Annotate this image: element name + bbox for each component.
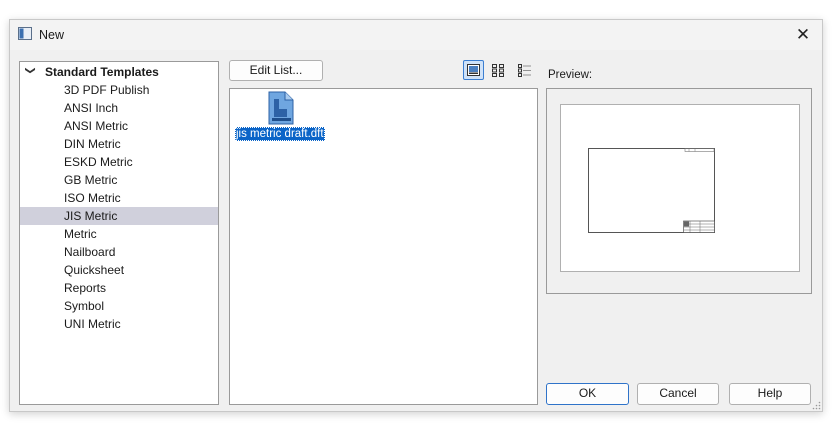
tree-root-label: Standard Templates [45,65,159,79]
template-app-icon [18,27,32,40]
tree-item-3d-pdf-publish[interactable]: 3D PDF Publish [20,81,218,99]
file-item-label: jis metric draft.dft [235,127,325,141]
preview-sheet [560,104,800,272]
preview-pane [546,88,812,294]
preview-label: Preview: [548,69,593,81]
tree-item-label: 3D PDF Publish [64,83,150,97]
drawing-sheet-thumbnail [588,148,715,233]
tree-item-label: ISO Metric [64,191,121,205]
tree-item-label: Symbol [64,299,105,313]
tree-item-label: ANSI Inch [64,101,119,115]
close-icon[interactable]: ✕ [793,25,813,45]
tree-item-label: Reports [64,281,107,295]
tree-item-jis-metric[interactable]: JIS Metric [20,207,218,225]
tree-item-ansi-inch[interactable]: ANSI Inch [20,99,218,117]
cancel-button[interactable]: Cancel [637,383,719,405]
large-icons-view-icon [467,64,480,76]
tree-item-label: DIN Metric [64,137,121,151]
list-view-icon [492,64,504,77]
help-button[interactable]: Help [729,383,811,405]
tree-item-uni-metric[interactable]: UNI Metric [20,315,218,333]
chevron-down-icon[interactable]: ❯ [25,66,36,74]
list-view-button[interactable] [488,60,509,80]
tree-item-label: Nailboard [64,245,116,259]
details-view-icon [518,64,531,77]
draft-document-icon [268,91,294,125]
tree-item-iso-metric[interactable]: ISO Metric [20,189,218,207]
tree-item-label: UNI Metric [64,317,121,331]
tree-root-standard-templates[interactable]: ❯ Standard Templates [20,63,218,81]
window-title: New [39,28,65,42]
large-icons-view-button[interactable] [463,60,484,80]
tree-item-label: ESKD Metric [64,155,133,169]
tree-item-nailboard[interactable]: Nailboard [20,243,218,261]
tree-item-label: Metric [64,227,97,241]
tree-item-label: GB Metric [64,173,118,187]
tree-item-din-metric[interactable]: DIN Metric [20,135,218,153]
template-category-tree[interactable]: ❯ Standard Templates 3D PDF Publish ANSI… [19,61,219,405]
tree-item-ansi-metric[interactable]: ANSI Metric [20,117,218,135]
template-file-list[interactable]: jis metric draft.dft [229,88,538,405]
tree-item-label: Quicksheet [64,263,125,277]
tree-item-label: JIS Metric [64,209,118,223]
edit-list-button[interactable]: Edit List... [229,60,323,81]
tree-item-eskd-metric[interactable]: ESKD Metric [20,153,218,171]
ok-button[interactable]: OK [546,383,629,405]
details-view-button[interactable] [514,60,535,80]
tree-item-quicksheet[interactable]: Quicksheet [20,261,218,279]
new-dialog: New ✕ ❯ Standard Templates 3D PDF Publis… [9,19,823,412]
tree-item-metric[interactable]: Metric [20,225,218,243]
tree-item-symbol[interactable]: Symbol [20,297,218,315]
tree-item-label: ANSI Metric [64,119,129,133]
tree-item-reports[interactable]: Reports [20,279,218,297]
title-bar[interactable]: New ✕ [10,20,822,50]
tree-item-gb-metric[interactable]: GB Metric [20,171,218,189]
resize-grip-icon[interactable] [812,401,821,410]
